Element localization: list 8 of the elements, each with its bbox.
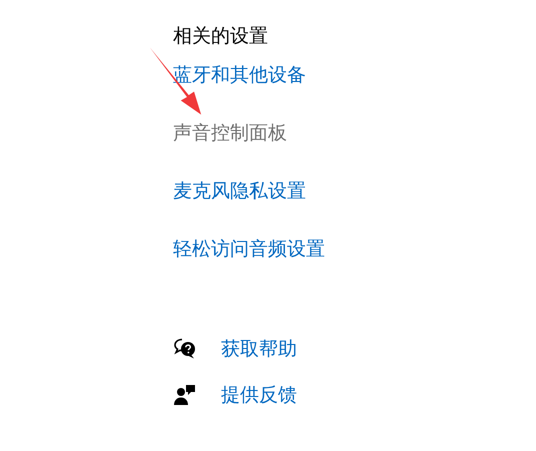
settings-link[interactable]: 麦克风隐私设置 xyxy=(173,177,306,205)
section-title: 相关的设置 xyxy=(173,24,269,49)
settings-link[interactable]: 蓝牙和其他设备 xyxy=(173,61,306,89)
help-chat-icon xyxy=(173,337,197,361)
person-speech-icon xyxy=(173,383,197,407)
help-link[interactable]: 获取帮助 xyxy=(221,335,297,363)
help-link[interactable]: 提供反馈 xyxy=(221,381,297,409)
settings-link[interactable]: 轻松访问音频设置 xyxy=(173,235,325,263)
